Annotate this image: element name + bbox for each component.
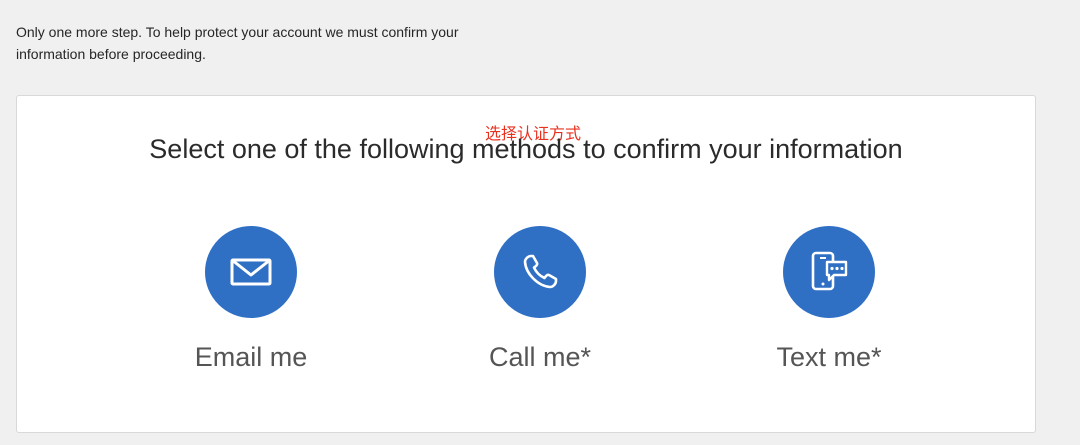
email-method-circle[interactable] — [205, 226, 297, 318]
envelope-icon — [230, 258, 272, 286]
email-me-button[interactable]: Email me — [151, 226, 351, 386]
text-me-label[interactable]: Text me* — [729, 342, 929, 373]
sms-icon — [811, 251, 848, 291]
intro-line-2: information before proceeding. — [16, 46, 206, 62]
phone-icon — [523, 254, 558, 289]
card-heading: Select one of the following methods to c… — [149, 134, 903, 164]
verification-card: 选择认证方式 Select one of the following metho… — [16, 95, 1036, 433]
intro-text: Only one more step. To help protect your… — [16, 21, 576, 65]
call-method-circle[interactable] — [494, 226, 586, 318]
call-me-button[interactable]: Call me* — [440, 226, 640, 386]
call-me-label[interactable]: Call me* — [440, 342, 640, 373]
intro-line-1: Only one more step. To help protect your… — [16, 24, 459, 40]
text-me-button[interactable]: Text me* — [729, 226, 929, 386]
text-method-circle[interactable] — [783, 226, 875, 318]
email-me-label[interactable]: Email me — [151, 342, 351, 373]
